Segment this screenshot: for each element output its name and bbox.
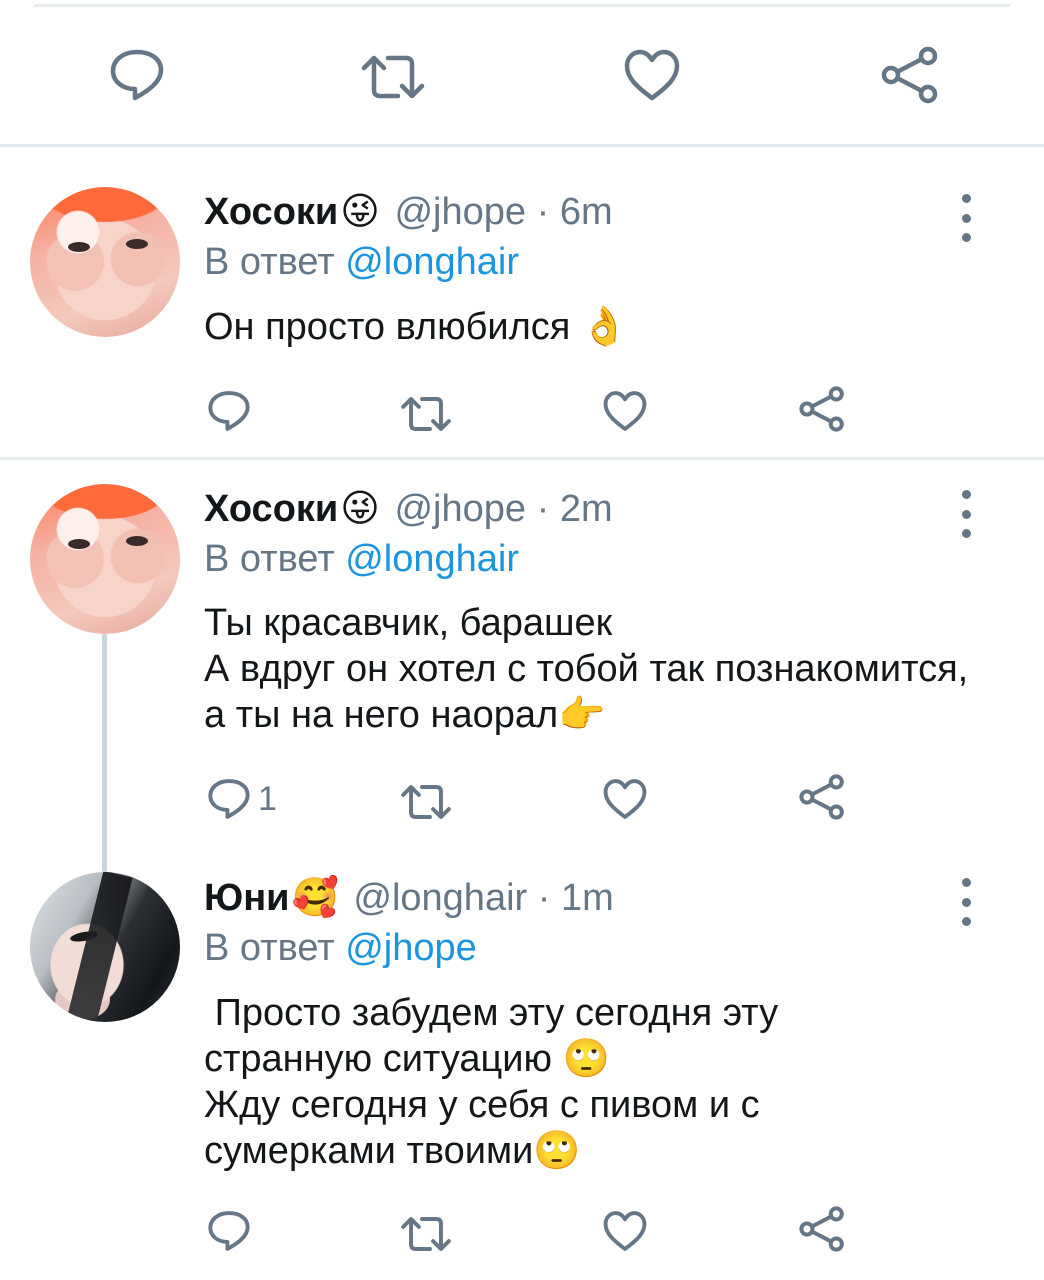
reply-prefix: В ответ bbox=[204, 538, 335, 580]
share-button[interactable] bbox=[798, 774, 846, 820]
thread-connector bbox=[102, 634, 107, 872]
timestamp[interactable]: 1m bbox=[561, 877, 614, 919]
top-divider bbox=[34, 4, 1010, 7]
user-handle[interactable]: @jhope bbox=[394, 488, 526, 530]
share-icon bbox=[799, 386, 844, 432]
more-options-button[interactable] bbox=[955, 194, 977, 242]
like-button[interactable] bbox=[602, 1210, 648, 1252]
reply-mention[interactable]: @jhope bbox=[345, 927, 477, 969]
name-emoji: 😜 bbox=[340, 488, 380, 530]
reply-mention[interactable]: @longhair bbox=[345, 538, 519, 580]
user-handle[interactable]: @longhair bbox=[353, 877, 527, 919]
retweet-button[interactable] bbox=[400, 394, 452, 434]
like-button[interactable] bbox=[623, 48, 681, 102]
reply-to-line: В ответ @longhair bbox=[204, 240, 519, 284]
tweet-text: Ты красавчик, барашек А вдруг он хотел с… bbox=[204, 602, 969, 736]
more-options-button[interactable] bbox=[955, 490, 977, 538]
retweet-button[interactable] bbox=[400, 1214, 452, 1254]
retweet-icon bbox=[361, 55, 425, 99]
separator: · bbox=[537, 877, 551, 919]
separator: · bbox=[536, 488, 550, 530]
share-button[interactable] bbox=[798, 386, 846, 432]
heart-icon bbox=[603, 1211, 647, 1251]
heart-icon bbox=[603, 391, 647, 431]
user-handle[interactable]: @jhope bbox=[394, 191, 526, 233]
tweet-header: Юни🥰 @longhair · 1m bbox=[204, 876, 614, 920]
avatar[interactable] bbox=[30, 872, 180, 1022]
divider bbox=[0, 144, 1044, 147]
timestamp[interactable]: 2m bbox=[560, 488, 613, 530]
reply-icon bbox=[208, 391, 250, 431]
share-button[interactable] bbox=[798, 1206, 846, 1252]
share-icon bbox=[881, 46, 938, 104]
tweet-text: Он просто влюбился 👌 bbox=[204, 306, 629, 348]
avatar[interactable] bbox=[30, 484, 180, 634]
reply-button[interactable] bbox=[206, 390, 252, 432]
tweet-header: Хосоки😜 @jhope · 2m bbox=[204, 487, 613, 531]
share-icon bbox=[799, 774, 844, 820]
tweet-text: Просто забудем эту сегодня эту странную … bbox=[204, 992, 779, 1172]
share-icon bbox=[799, 1206, 844, 1252]
name-emoji: 😜 bbox=[340, 191, 380, 233]
retweet-icon bbox=[401, 397, 451, 431]
reply-to-line: В ответ @jhope bbox=[204, 926, 477, 970]
separator: · bbox=[536, 191, 550, 233]
reply-button[interactable] bbox=[206, 1210, 252, 1252]
reply-icon bbox=[110, 49, 164, 101]
display-name[interactable]: Хосоки bbox=[204, 191, 338, 233]
reply-prefix: В ответ bbox=[204, 927, 335, 969]
avatar[interactable] bbox=[30, 187, 180, 337]
reply-button[interactable] bbox=[108, 48, 166, 102]
like-button[interactable] bbox=[602, 778, 648, 820]
share-button[interactable] bbox=[880, 46, 940, 104]
reply-button[interactable]: 1 bbox=[206, 778, 277, 820]
like-button[interactable] bbox=[602, 390, 648, 432]
more-options-button[interactable] bbox=[955, 878, 977, 926]
reply-prefix: В ответ bbox=[204, 241, 335, 283]
display-name[interactable]: Хосоки bbox=[204, 488, 338, 530]
retweet-button[interactable] bbox=[360, 52, 426, 102]
name-emoji: 🥰 bbox=[291, 877, 339, 919]
tweet-header: Хосоки😜 @jhope · 6m bbox=[204, 190, 613, 234]
reply-icon bbox=[208, 1211, 250, 1251]
retweet-icon bbox=[401, 1217, 451, 1251]
retweet-icon bbox=[401, 785, 451, 819]
heart-icon bbox=[624, 49, 680, 101]
heart-icon bbox=[603, 779, 647, 819]
reply-mention[interactable]: @longhair bbox=[345, 241, 519, 283]
reply-to-line: В ответ @longhair bbox=[204, 537, 519, 581]
divider bbox=[0, 457, 1044, 460]
display-name[interactable]: Юни bbox=[204, 877, 290, 919]
reply-icon bbox=[208, 779, 250, 819]
reply-count: 1 bbox=[258, 780, 277, 818]
timestamp[interactable]: 6m bbox=[560, 191, 613, 233]
retweet-button[interactable] bbox=[400, 782, 452, 822]
